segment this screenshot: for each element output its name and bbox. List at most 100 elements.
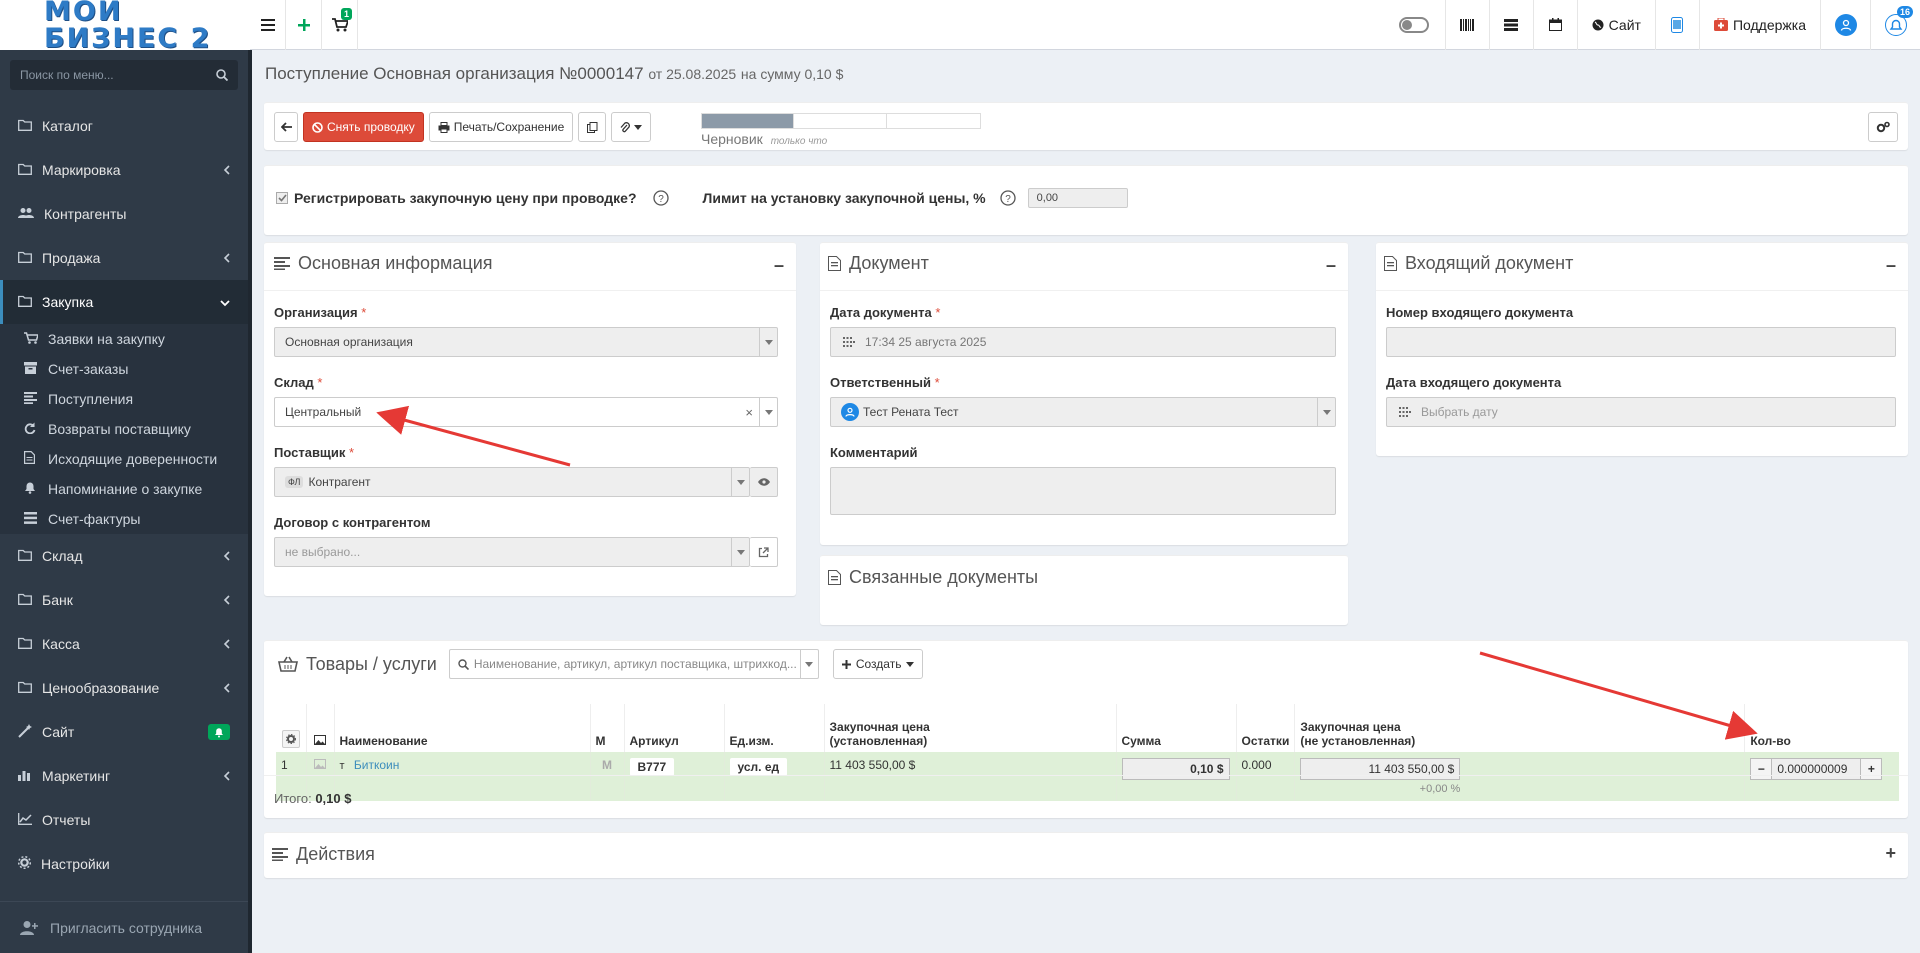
supplier-select[interactable]: ФЛ Контрагент (274, 467, 750, 497)
sidebar-subitem[interactable]: Напоминание о закупке (0, 474, 248, 504)
print-label: Печать/Сохранение (453, 120, 565, 134)
total-label: Итого: (274, 791, 312, 806)
sidebar-item[interactable]: Банк (0, 578, 248, 622)
attach-button[interactable] (611, 112, 652, 142)
goods-search-input[interactable]: Наименование, артикул, артикул поставщик… (448, 649, 819, 679)
unpost-button[interactable]: Снять проводку (303, 112, 424, 142)
sidebar-subitem[interactable]: Возвраты поставщику (0, 414, 248, 444)
sidebar-item-label: Закупка (42, 294, 94, 310)
warehouse-select[interactable]: Центральный × (274, 397, 778, 427)
qty-input[interactable]: 0.000000009 (1772, 758, 1861, 780)
incoming-date-input[interactable]: Выбрать дату (1386, 397, 1896, 427)
create-button[interactable]: Создать (832, 649, 924, 679)
user-avatar-icon (1834, 13, 1857, 36)
contract-label: Договор с контрагентом (274, 515, 431, 530)
row-price-unset-input[interactable]: 11 403 550,00 $ (1300, 758, 1461, 780)
menu-search[interactable]: Поиск по меню... (10, 60, 238, 90)
folder-icon (18, 250, 32, 266)
notifications-button[interactable]: 16 (1870, 0, 1920, 50)
sidebar-item-label: Банк (42, 592, 73, 608)
incoming-number-input[interactable] (1386, 327, 1896, 357)
help-icon[interactable]: ? (999, 190, 1016, 206)
article-column-header[interactable]: Артикул (624, 704, 725, 752)
name-column-header[interactable]: Наименование (334, 704, 591, 752)
sidebar-item[interactable]: Ценообразование (0, 666, 248, 710)
barcode-button[interactable] (1444, 0, 1489, 50)
chevron-left-icon (223, 683, 230, 693)
sidebar-item[interactable]: Закупка (0, 280, 248, 324)
print-button[interactable]: Печать/Сохранение (428, 112, 574, 142)
collapse-button[interactable]: – (774, 255, 784, 276)
sidebar-subitem[interactable]: Исходящие доверенности (0, 444, 248, 474)
profile-button[interactable] (1820, 0, 1870, 50)
sidebar-item-label: Настройки (41, 856, 110, 872)
responsible-select[interactable]: Тест Рената Тест (830, 397, 1336, 427)
expand-button[interactable]: + (1885, 843, 1896, 864)
register-label: Регистрировать закупочную цену при прово… (294, 190, 637, 206)
row-article: B777 (629, 758, 675, 776)
sidebar-item[interactable]: Склад (0, 534, 248, 578)
sidebar-subitem[interactable]: Поступления (0, 384, 248, 414)
collapse-button[interactable]: – (1326, 255, 1336, 276)
sidebar-item[interactable]: Отчеты (0, 798, 248, 842)
org-select[interactable]: Основная организация (274, 327, 778, 357)
open-contract-button[interactable] (750, 537, 778, 567)
contract-select[interactable]: не выбрано... (274, 537, 750, 567)
supplier-label: Поставщик (274, 445, 346, 460)
limit-input[interactable]: 0,00 (1027, 188, 1128, 208)
clear-icon[interactable]: × (745, 405, 753, 420)
status-progress (701, 113, 981, 129)
site-button[interactable]: Сайт (1576, 0, 1655, 50)
sidebar-subitem[interactable]: Счет-заказы (0, 354, 248, 384)
back-button[interactable] (274, 112, 298, 142)
document-box: Документ – Дата документа * 17:34 25 авг… (820, 242, 1348, 545)
cart-button[interactable]: 1 (322, 0, 358, 50)
sidebar-item[interactable]: Настройки (0, 842, 248, 886)
server-button[interactable] (1488, 0, 1533, 50)
sidebar-item[interactable]: Каталог (0, 104, 248, 148)
calendar-button[interactable] (1532, 0, 1577, 50)
date-input[interactable]: 17:34 25 августа 2025 (830, 327, 1336, 357)
theme-toggle[interactable] (1383, 0, 1445, 50)
hamburger-icon (260, 18, 275, 31)
arrow-left-icon (280, 122, 292, 132)
sidebar-item[interactable]: Маркетинг (0, 754, 248, 798)
ban-icon (312, 121, 323, 133)
logo[interactable]: МОЙ БИЗНЕС 2 (0, 0, 250, 52)
mobile-button[interactable] (1654, 0, 1699, 50)
row-sum-input[interactable]: 0,10 $ (1121, 758, 1230, 780)
incoming-date-label: Дата входящего документа (1386, 375, 1562, 390)
sidebar-item[interactable]: Контрагенты (0, 192, 248, 236)
help-icon[interactable]: ? (652, 190, 669, 206)
comment-textarea[interactable] (830, 467, 1336, 515)
align-left-icon (274, 257, 290, 270)
table-settings-header[interactable] (276, 704, 307, 752)
sidebar-item[interactable]: Маркировка (0, 148, 248, 192)
copy-button[interactable] (578, 112, 607, 142)
view-supplier-button[interactable] (750, 467, 778, 497)
qty-increment-button[interactable]: + (1860, 758, 1883, 780)
invite-employee-button[interactable]: Пригласить сотрудника (0, 901, 248, 953)
collapse-button[interactable]: – (1886, 255, 1896, 276)
print-icon (438, 121, 450, 133)
sidebar-subitem[interactable]: Заявки на закупку (0, 324, 248, 354)
sidebar-item[interactable]: Продажа (0, 236, 248, 280)
qty-decrement-button[interactable]: − (1750, 758, 1773, 780)
warehouse-label: Склад (274, 375, 314, 390)
menu-toggle-button[interactable] (250, 0, 286, 50)
chevron-down-icon (220, 300, 230, 307)
sidebar-subitem-label: Счет-фактуры (48, 511, 141, 527)
sidebar-subitem[interactable]: Счет-фактуры (0, 504, 248, 534)
support-button[interactable]: Поддержка (1698, 0, 1820, 50)
sidebar-item-label: Контрагенты (44, 206, 127, 222)
document-icon (24, 451, 38, 467)
sidebar-item[interactable]: Касса (0, 622, 248, 666)
row-name-link[interactable]: Биткоин (354, 758, 399, 772)
settings-button[interactable] (1868, 112, 1898, 142)
sidebar-item-label: Склад (42, 548, 83, 564)
sidebar-item[interactable]: Сайт (0, 710, 248, 754)
add-button[interactable] (286, 0, 322, 50)
refresh-icon (24, 421, 38, 437)
folder-icon (18, 592, 32, 608)
register-checkbox[interactable] (276, 192, 288, 204)
